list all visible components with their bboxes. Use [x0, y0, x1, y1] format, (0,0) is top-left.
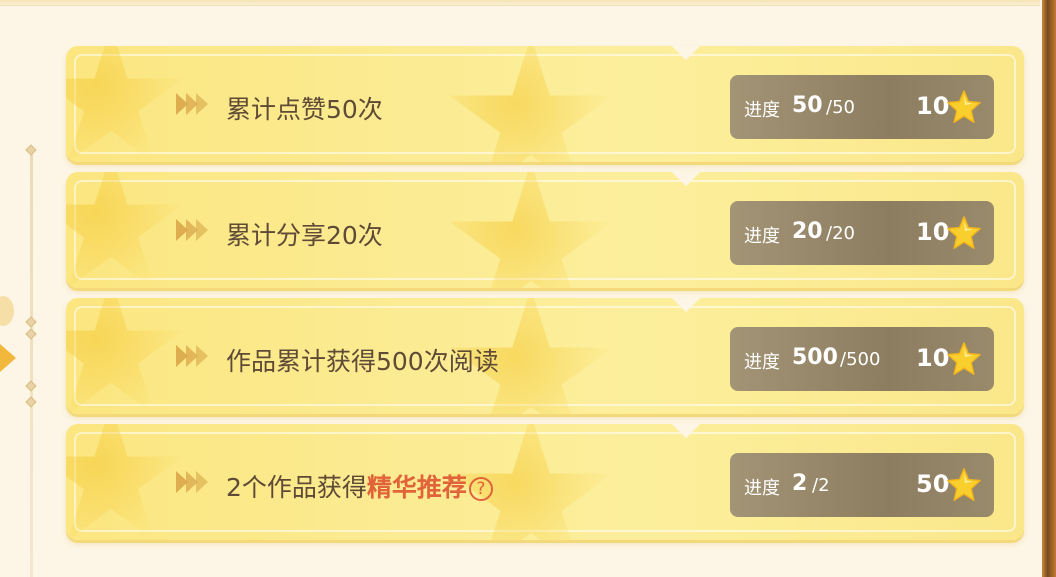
progress-total: /500: [840, 349, 881, 370]
task-title-text: 累计点赞50次: [226, 95, 383, 124]
background-star-icon: [66, 46, 183, 162]
star-icon: [947, 90, 981, 123]
task-title: 累计点赞50次: [226, 90, 383, 126]
star-icon: [947, 342, 981, 375]
task-title-highlight[interactable]: 精华推荐: [367, 473, 467, 502]
task-card: 累计点赞50次 进度 50 /50 10: [66, 46, 1024, 162]
task-card: 累计分享20次 进度 20 /20 10: [66, 172, 1024, 288]
background-star-icon: [449, 46, 613, 162]
question-circle-icon[interactable]: ?: [468, 477, 493, 501]
reward-amount: 10: [916, 344, 950, 372]
task-list: 累计点赞50次 进度 50 /50 10 累计分享20次 进度 20 /20 1…: [66, 46, 1024, 550]
side-tab-arrow-icon[interactable]: [0, 344, 16, 372]
chevron-triple-right-icon: [176, 93, 208, 115]
background-star-icon: [449, 172, 613, 288]
progress-total: /2: [812, 475, 830, 496]
progress-label: 进度: [744, 100, 780, 121]
rail-ornament: [25, 144, 37, 156]
left-rail: [30, 150, 33, 577]
top-border: [0, 0, 1040, 6]
progress-box: 进度 20 /20 10: [730, 201, 994, 265]
reward-amount: 10: [916, 218, 950, 246]
task-title: 作品累计获得500次阅读: [226, 342, 499, 378]
star-icon: [947, 216, 981, 249]
task-title-text: 累计分享20次: [226, 221, 383, 250]
task-title: 2个作品获得精华推荐?: [226, 468, 493, 504]
rail-ornament: [25, 396, 37, 408]
progress-box: 进度 500 /500 10: [730, 327, 994, 391]
rail-ornament: [25, 380, 37, 392]
progress-total: /20: [826, 223, 855, 244]
progress-current: 500: [792, 345, 838, 370]
background-star-icon: [66, 172, 183, 288]
reward-amount: 10: [916, 92, 950, 120]
background-star-icon: [66, 424, 183, 540]
reward-amount: 50: [916, 470, 950, 498]
background-star-icon: [66, 298, 183, 414]
rail-ornament: [25, 328, 37, 340]
progress-current: 20: [792, 219, 823, 244]
rail-ornament: [25, 316, 37, 328]
task-title-text: 作品累计获得500次阅读: [226, 347, 499, 376]
chevron-triple-right-icon: [176, 219, 208, 241]
task-card: 作品累计获得500次阅读 进度 500 /500 10: [66, 298, 1024, 414]
progress-total: /50: [826, 97, 855, 118]
progress-box: 进度 50 /50 10: [730, 75, 994, 139]
chevron-triple-right-icon: [176, 345, 208, 367]
task-card: 2个作品获得精华推荐? 进度 2 /2 50: [66, 424, 1024, 540]
side-tab-knob[interactable]: [0, 296, 14, 326]
progress-label: 进度: [744, 226, 780, 247]
right-frame-edge: [1042, 0, 1056, 577]
star-icon: [947, 468, 981, 501]
progress-label: 进度: [744, 352, 780, 373]
progress-current: 50: [792, 93, 823, 118]
progress-label: 进度: [744, 478, 780, 499]
progress-current: 2: [792, 471, 808, 496]
task-title: 累计分享20次: [226, 216, 383, 252]
progress-box: 进度 2 /2 50: [730, 453, 994, 517]
task-title-text: 2个作品获得: [226, 473, 367, 502]
chevron-triple-right-icon: [176, 471, 208, 493]
